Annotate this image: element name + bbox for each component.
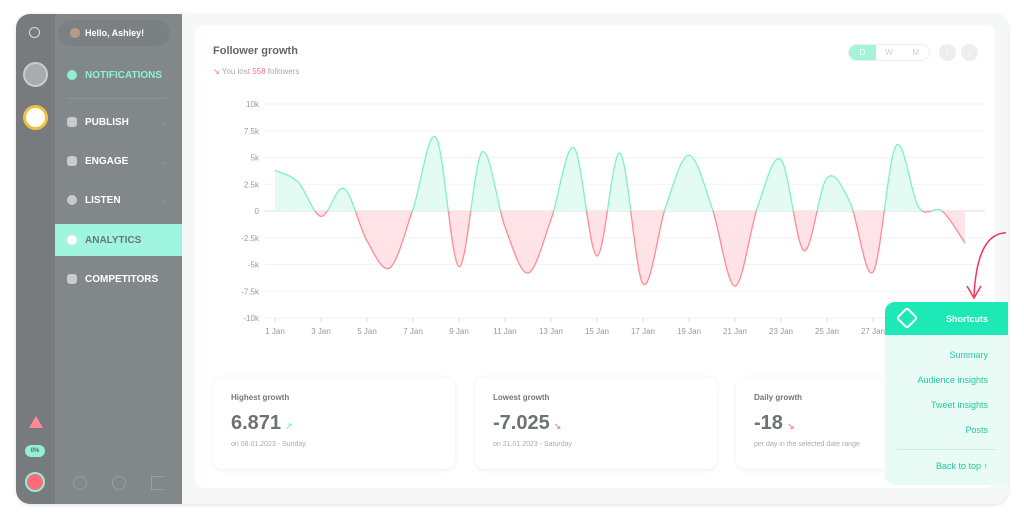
y-tick-label: 7.5k	[244, 127, 260, 136]
chat-icon	[67, 156, 77, 166]
brand-avatar[interactable]	[23, 105, 48, 130]
layers-icon	[895, 306, 919, 330]
nav-analytics[interactable]: ANALYTICS	[55, 224, 182, 256]
bell-icon	[67, 70, 77, 80]
download-icon[interactable]: ↓	[961, 44, 978, 61]
stat-highest: Highest growth 6.871 ↗ on 08.01.2023 - Sund…	[213, 377, 455, 469]
progress-badge: 0%	[25, 445, 45, 457]
y-tick-label: 0	[255, 207, 260, 216]
y-tick-label: 10k	[246, 100, 260, 109]
app-window: 0% Hello, Ashley! NOTIFICATIONS PUBLISH ⌄…	[16, 14, 1008, 504]
x-tick-label: 21 Jan	[723, 327, 747, 336]
shortcut-summary[interactable]: Summary	[885, 343, 1008, 368]
x-tick-label: 27 Jan	[861, 327, 885, 336]
nav-engage[interactable]: ENGAGE ⌄	[55, 145, 182, 177]
chevron-down-icon: ⌄	[160, 194, 168, 205]
trend-up-icon: ↗	[285, 421, 293, 431]
y-tick-label: -2.5k	[241, 234, 260, 243]
y-tick-label: -10k	[243, 314, 260, 323]
icon-rail: 0%	[16, 14, 55, 504]
card-subtitle: ↘ You lost 558 followers	[213, 67, 300, 76]
back-to-top-link[interactable]: Back to top ↑	[885, 454, 1008, 479]
trend-down-icon: ↘	[553, 421, 562, 431]
y-tick-label: 5k	[251, 154, 260, 163]
settings-icon[interactable]	[73, 476, 87, 490]
nav-listen[interactable]: LISTEN ⌄	[55, 184, 182, 216]
account-avatar[interactable]	[23, 62, 48, 87]
info-icon[interactable]: i	[939, 44, 956, 61]
x-tick-label: 1 Jan	[265, 327, 285, 336]
x-tick-label: 19 Jan	[677, 327, 701, 336]
nav-notifications[interactable]: NOTIFICATIONS	[55, 59, 182, 91]
trend-down-icon: ↘	[213, 67, 220, 76]
trend-down-icon: ↘	[786, 421, 795, 431]
y-tick-label: 2.5k	[244, 180, 260, 189]
help-icon[interactable]	[112, 476, 126, 490]
ear-icon	[67, 195, 77, 205]
follower-growth-chart: 10k 7.5k 5k 2.5k 0 -2.5k -5k -7.5k -10k 1 Jan 3 Ja…	[241, 100, 985, 336]
shortcut-posts[interactable]: Posts	[885, 418, 1008, 443]
x-tick-label: 15 Jan	[585, 327, 609, 336]
divider	[897, 449, 996, 450]
x-tick-label: 23 Jan	[769, 327, 793, 336]
card-title: Follower growth	[213, 45, 298, 57]
chevron-down-icon: ⌄	[160, 116, 168, 127]
warning-icon[interactable]	[29, 416, 43, 428]
x-tick-label: 5 Jan	[357, 327, 377, 336]
shortcuts-header: Shortcuts	[885, 302, 1008, 335]
grid-icon	[67, 274, 77, 284]
pointer-arrow-icon	[966, 232, 1006, 300]
x-tick-label: 9 Jan	[449, 327, 469, 336]
megaphone-icon	[67, 117, 77, 127]
period-day[interactable]: D	[849, 45, 876, 60]
search-icon[interactable]	[29, 27, 40, 38]
nav-divider	[67, 98, 167, 99]
follower-growth-card: Follower growth ↘ You lost 558 followers…	[195, 25, 995, 488]
x-tick-label: 11 Jan	[493, 327, 516, 336]
period-toggle: D W M	[848, 44, 930, 61]
x-tick-label: 13 Jan	[539, 327, 563, 336]
y-tick-label: -5k	[248, 261, 260, 270]
y-tick-label: -7.5k	[241, 287, 260, 296]
pie-icon	[67, 235, 77, 245]
shortcuts-panel: Shortcuts Summary Audience insights Twee…	[885, 302, 1008, 485]
nav-publish[interactable]: PUBLISH ⌄	[55, 106, 182, 138]
chevron-down-icon: ⌄	[160, 155, 168, 166]
x-tick-label: 25 Jan	[815, 327, 839, 336]
shortcut-tweet-insights[interactable]: Tweet insights	[885, 393, 1008, 418]
stat-lowest: Lowest growth -7.025 ↘ on 21.01.2023 - Satu…	[475, 377, 717, 469]
period-month[interactable]: M	[902, 45, 929, 60]
x-tick-label: 17 Jan	[631, 327, 655, 336]
logout-icon[interactable]	[151, 476, 163, 490]
nav-competitors[interactable]: COMPETITORS	[55, 263, 182, 295]
x-tick-label: 3 Jan	[311, 327, 331, 336]
user-greeting[interactable]: Hello, Ashley!	[58, 20, 170, 46]
app-logo	[25, 472, 45, 492]
period-week[interactable]: W	[876, 45, 903, 60]
user-avatar	[70, 28, 80, 38]
shortcut-audience-insights[interactable]: Audience insights	[885, 368, 1008, 393]
x-tick-label: 7 Jan	[403, 327, 423, 336]
